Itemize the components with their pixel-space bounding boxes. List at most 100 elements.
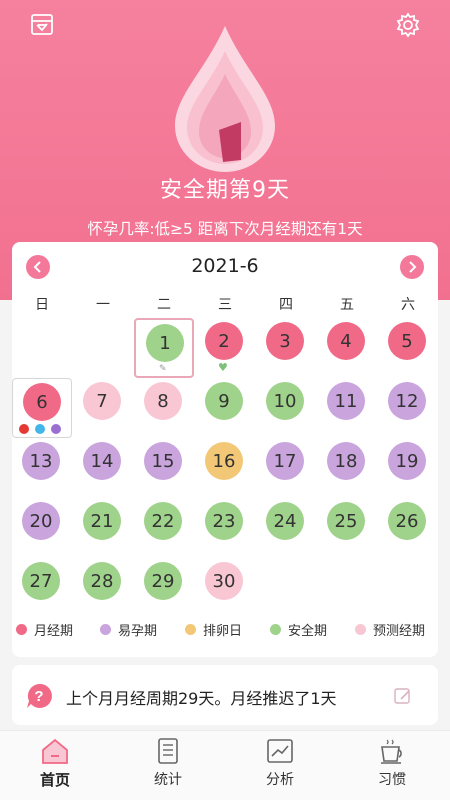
- day-number: 20: [22, 502, 60, 540]
- day-number: 19: [388, 442, 426, 480]
- drop-illustration: [175, 26, 275, 172]
- day-number: 13: [22, 442, 60, 480]
- calendar-day[interactable]: 1 ✎: [134, 318, 194, 378]
- legend-item: 排卵日: [185, 620, 242, 639]
- cycle-info-card[interactable]: ? 上个月月经周期29天。月经推迟了1天: [12, 665, 438, 725]
- bottom-tab-bar: 首页 统计 分析 习惯: [0, 730, 450, 800]
- calendar-day[interactable]: 23: [195, 498, 255, 558]
- status-title: 安全期第9天: [160, 178, 290, 203]
- legend-item: 预测经期: [355, 620, 425, 639]
- day-number: 21: [83, 502, 121, 540]
- tab-habits[interactable]: 习惯: [357, 737, 427, 797]
- calendar-day[interactable]: 17: [256, 438, 316, 498]
- mood-marker-icon: [35, 424, 45, 434]
- day-number: 2: [205, 322, 243, 360]
- day-number: 11: [327, 382, 365, 420]
- legend-dot: [185, 624, 196, 635]
- calendar-day[interactable]: 7: [73, 378, 133, 438]
- calendar-day[interactable]: 2 ♥: [195, 318, 255, 378]
- calendar-day[interactable]: 26: [378, 498, 438, 558]
- calendar-icon[interactable]: [29, 12, 55, 38]
- calendar-day[interactable]: 3: [256, 318, 316, 378]
- legend-label: 易孕期: [118, 624, 158, 639]
- day-number: 16: [205, 442, 243, 480]
- home-icon: [42, 738, 68, 764]
- calendar-day[interactable]: 25: [317, 498, 377, 558]
- tab-analysis[interactable]: 分析: [245, 737, 315, 797]
- calendar-day[interactable]: 16: [195, 438, 255, 498]
- day-number: 6: [23, 383, 61, 421]
- tab-label: 首页: [39, 771, 70, 789]
- legend-item: 安全期: [270, 620, 327, 639]
- day-number: 4: [327, 322, 365, 360]
- calendar-day[interactable]: 10: [256, 378, 316, 438]
- calendar-card: 2021-6 日 一 二 三 四 五 六 1 ✎ 2 ♥ 3 4 5 6 7 8 9 10 11 12 13…: [12, 242, 438, 657]
- calendar-day[interactable]: 4: [317, 318, 377, 378]
- calendar-day[interactable]: 5: [378, 318, 438, 378]
- calendar-day[interactable]: 21: [73, 498, 133, 558]
- day-number: 12: [388, 382, 426, 420]
- day-number: 5: [388, 322, 426, 360]
- calendar-day[interactable]: 8: [134, 378, 194, 438]
- legend-item: 易孕期: [100, 620, 157, 639]
- day-number: 14: [83, 442, 121, 480]
- tab-label: 分析: [266, 772, 294, 788]
- calendar-day[interactable]: 6: [12, 378, 72, 438]
- day-number: 30: [205, 562, 243, 600]
- legend-dot: [100, 624, 111, 635]
- calendar-grid: 1 ✎ 2 ♥ 3 4 5 6 7 8 9 10 11 12 13 14 15 16 17 18 19 20 21 22 23 2…: [12, 242, 438, 622]
- calendar-day[interactable]: 28: [73, 558, 133, 618]
- legend-label: 月经期: [34, 624, 74, 639]
- calendar-day[interactable]: 14: [73, 438, 133, 498]
- legend-label: 安全期: [288, 624, 328, 639]
- calendar-day[interactable]: 12: [378, 378, 438, 438]
- cup-icon: [381, 739, 402, 764]
- day-number: 25: [327, 502, 365, 540]
- calendar-day[interactable]: 24: [256, 498, 316, 558]
- day-number: 27: [22, 562, 60, 600]
- question-bubble-icon: ?: [27, 683, 52, 708]
- day-number: 29: [144, 562, 182, 600]
- day-number: 28: [83, 562, 121, 600]
- svg-text:?: ?: [34, 688, 43, 705]
- calendar-day[interactable]: 11: [317, 378, 377, 438]
- drop-marker-icon: [19, 424, 29, 434]
- day-number: 15: [144, 442, 182, 480]
- legend-dot: [355, 624, 366, 635]
- day-number: 23: [205, 502, 243, 540]
- calendar-day[interactable]: 19: [378, 438, 438, 498]
- legend: 月经期 易孕期 排卵日 安全期 预测经期: [12, 620, 438, 644]
- tab-statistics[interactable]: 统计: [133, 737, 203, 797]
- clipboard-icon: [158, 738, 178, 764]
- calendar-day[interactable]: 29: [134, 558, 194, 618]
- heart-icon: ♥: [218, 361, 228, 374]
- gear-icon[interactable]: [395, 12, 421, 38]
- calendar-day[interactable]: 15: [134, 438, 194, 498]
- symptom-marker-icon: [51, 424, 61, 434]
- calendar-day[interactable]: 13: [12, 438, 72, 498]
- tab-label: 统计: [154, 772, 182, 788]
- calendar-day[interactable]: 27: [12, 558, 72, 618]
- calendar-day[interactable]: 20: [12, 498, 72, 558]
- status-subtitle: 怀孕几率:低≥5 距离下次月经期还有1天: [87, 220, 363, 238]
- calendar-day[interactable]: 9: [195, 378, 255, 438]
- calendar-day[interactable]: 30: [195, 558, 255, 618]
- edit-icon[interactable]: [394, 687, 412, 705]
- legend-dot: [16, 624, 27, 635]
- day-number: 10: [266, 382, 304, 420]
- day-number: 7: [83, 382, 121, 420]
- legend-item: 月经期: [16, 620, 73, 639]
- tab-home[interactable]: 首页: [20, 737, 90, 797]
- day-number: 3: [266, 322, 304, 360]
- tab-label: 习惯: [378, 772, 406, 788]
- calendar-day[interactable]: 22: [134, 498, 194, 558]
- legend-label: 排卵日: [203, 624, 243, 639]
- legend-label: 预测经期: [373, 624, 426, 639]
- calendar-day[interactable]: 18: [317, 438, 377, 498]
- chart-icon: [267, 739, 293, 763]
- day-number: 1: [146, 324, 184, 362]
- cycle-info-text: 上个月月经周期29天。月经推迟了1天: [66, 689, 337, 708]
- legend-dot: [270, 624, 281, 635]
- day-number: 26: [388, 502, 426, 540]
- day-number: 9: [205, 382, 243, 420]
